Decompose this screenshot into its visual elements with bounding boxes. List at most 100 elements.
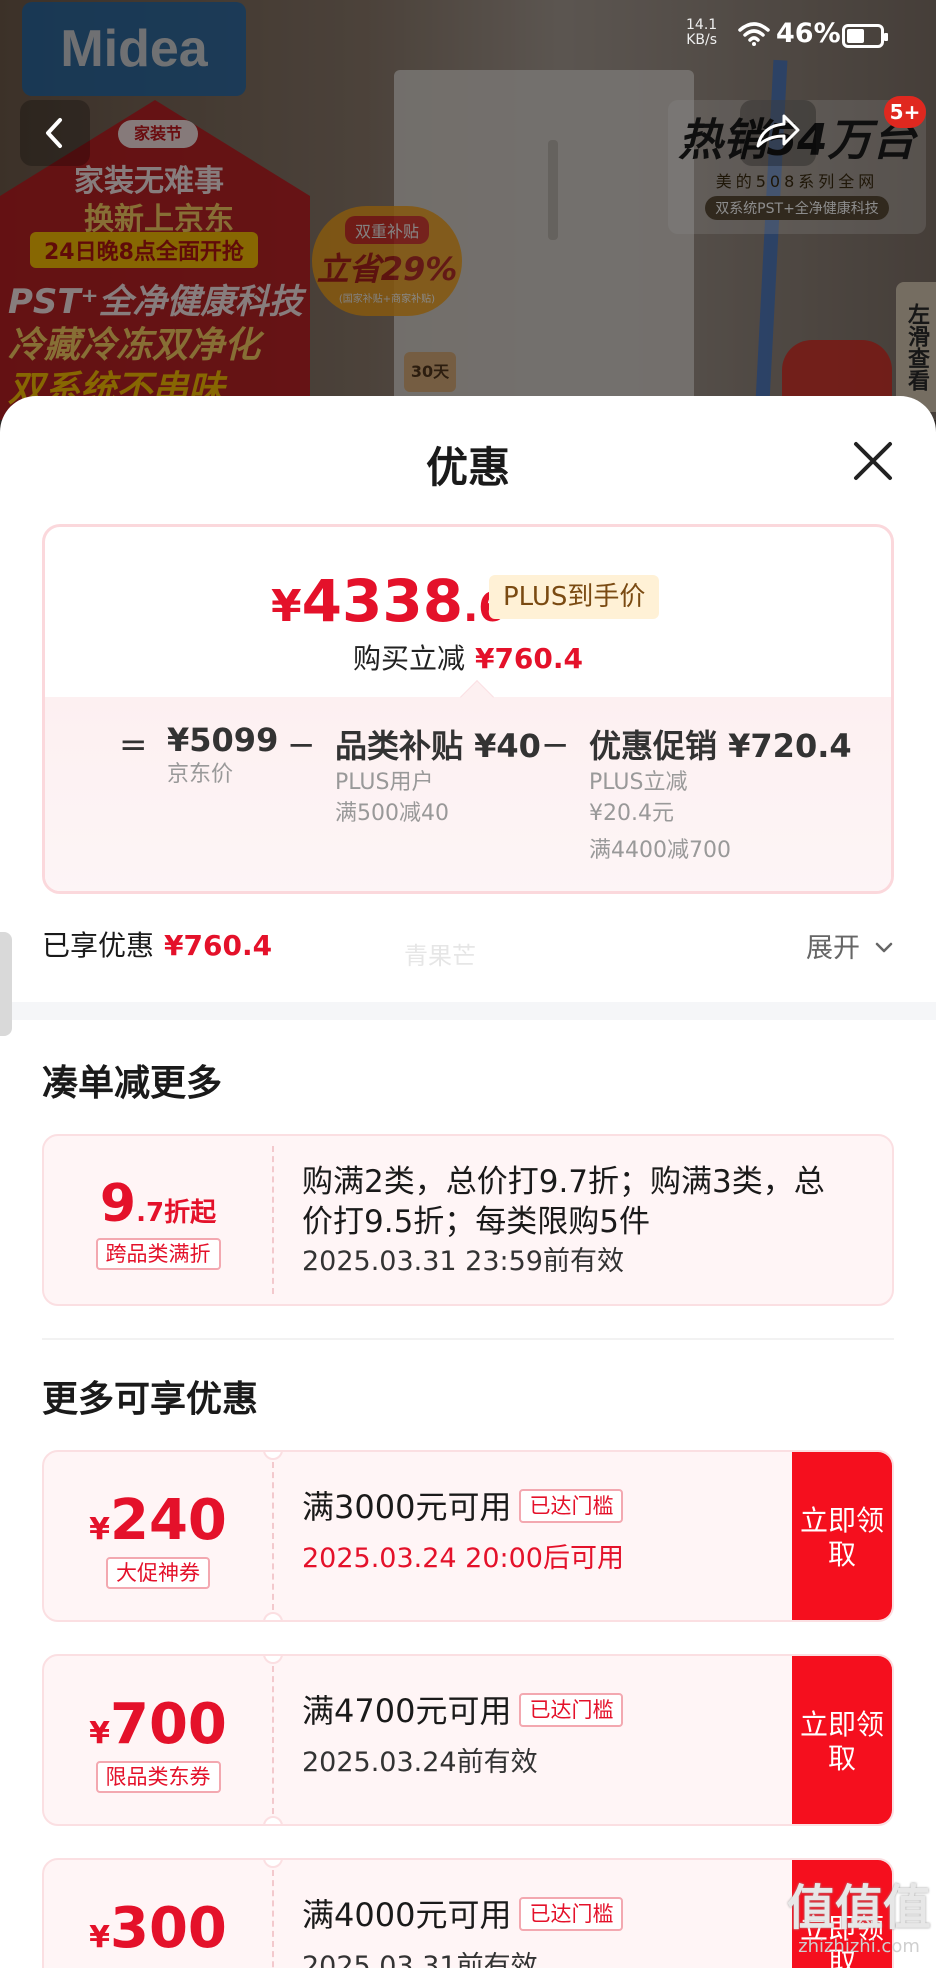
segment-promotion: 优惠促销 ¥720.4 PLUS立减 ¥20.4元 满4400减700 [589,721,852,866]
segment-note: PLUS用户 [335,770,434,795]
segment-note: 满4400减700 [589,838,731,863]
network-speed-unit: KB/s [686,32,717,48]
segment-value: ¥5099 [167,721,279,759]
equals-sign: = [119,725,148,765]
watermark-url: zhizhizhi.com [798,1936,920,1957]
coupon-left: ¥700 限品类东券 [44,1656,272,1824]
coupon-card: ¥240 大促神券 满3000元可用 已达门槛 2025.03.24 20:00后… [42,1450,894,1622]
coupon-validity: 2025.03.24 20:00后可用 [302,1543,624,1574]
plus-price-tag: PLUS到手价 [489,575,660,619]
combo-rate-small: .7折起 [136,1198,217,1228]
battery-level [847,29,864,43]
discount-sheet: 优惠 ¥4338.6 PLUS到手价 购买立减 ¥760.4 = ¥5099 京东… [0,396,936,1968]
price-integer: 4338 [301,567,464,635]
back-button[interactable] [20,100,90,166]
separator [42,1338,894,1340]
coupon-left: ¥240 大促神券 [44,1452,272,1620]
minus-sign: − [541,725,570,765]
edge-handle[interactable] [0,932,12,1036]
coupon-type-tag: 大促神券 [106,1557,210,1589]
price-formula: = ¥5099 京东价 − 品类补贴 ¥40 PLUS用户 满500减40 − … [45,697,891,891]
site-watermark: 值值值 zhizhizhi.com [786,1880,932,1968]
claim-button[interactable]: 立即领取 [792,1452,892,1620]
chevron-left-icon [46,118,62,148]
segment-value: 品类补贴 ¥40 [335,727,541,765]
combo-left: 9.7折起 跨品类满折 [44,1136,272,1304]
coupon-currency: ¥ [89,1920,110,1955]
combo-section-title: 凑单减更多 [42,1063,223,1104]
coupon-info: 满4700元可用 已达门槛 2025.03.24前有效 [302,1686,624,1779]
battery-percent: 46% [776,18,841,49]
price-breakdown-card: ¥4338.6 PLUS到手价 购买立减 ¥760.4 = ¥5099 京东价 −… [42,524,894,894]
coupon-condition-row: 满4700元可用 已达门槛 [302,1686,624,1732]
section-divider [0,1002,936,1020]
share-count-badge: 5+ [884,96,926,128]
combo-rate-big: 9 [99,1174,137,1234]
combo-description: 购满2类，总价打9.7折；购满3类，总价打9.5折；每类限购5件 2025.03… [302,1162,842,1282]
battery-icon [842,24,888,48]
coupon-value: 300 [109,1896,227,1961]
chevron-right-icon [890,1206,894,1236]
instant-discount-label: 购买立减 [352,642,465,675]
coupon-card: ¥700 限品类东券 满4700元可用 已达门槛 2025.03.24前有效 立即… [42,1654,894,1826]
segment-note: 京东价 [167,762,234,787]
coupon-notch [263,1816,283,1824]
coupon-divider [272,1870,274,1968]
watermark-logo: 值值值 [786,1880,931,1936]
coupon-condition-row: 满3000元可用 已达门槛 [302,1482,624,1528]
minus-sign: − [287,725,316,765]
claim-button[interactable]: 立即领取 [792,1656,892,1824]
coupon-divider [272,1666,274,1814]
coupon-info: 满3000元可用 已达门槛 2025.03.24 20:00后可用 [302,1482,624,1575]
threshold-reached-badge: 已达门槛 [519,1489,624,1523]
threshold-reached-badge: 已达门槛 [519,1693,624,1727]
coupon-condition-row: 满4000元可用 已达门槛 [302,1890,624,1936]
segment-jd-price: ¥5099 京东价 [167,721,278,790]
coupon-amount: ¥240 [44,1488,272,1553]
final-price: ¥4338.6 [271,567,506,635]
coupon-left: ¥300 [44,1860,272,1968]
instant-discount-amount: ¥760.4 [474,642,584,675]
status-bar: 14.1 KB/s 46% [0,0,936,70]
cross-category-discount-card[interactable]: 9.7折起 跨品类满折 购满2类，总价打9.7折；购满3类，总价打9.5折；每类… [42,1134,894,1306]
combo-rules: 购满2类，总价打9.7折；购满3类，总价打9.5折；每类限购5件 [302,1164,825,1240]
share-button[interactable] [740,100,816,166]
coupon-validity: 2025.03.31前有效 [302,1951,538,1968]
segment-value: 优惠促销 ¥720.4 [589,727,852,765]
expand-toggle[interactable]: 展开 [806,926,895,965]
expand-label: 展开 [806,933,860,964]
segment-category-subsidy: 品类补贴 ¥40 PLUS用户 满500减40 [335,721,541,829]
coupon-value: 240 [109,1488,227,1553]
price-summary: ¥4338.6 PLUS到手价 购买立减 ¥760.4 [45,527,891,697]
coupon-type-tag: 限品类东券 [95,1761,221,1793]
price-currency: ¥ [271,581,302,632]
network-speed: 14.1 KB/s [686,18,717,48]
threshold-reached-badge: 已达门槛 [519,1897,624,1931]
network-speed-value: 14.1 [686,17,718,33]
close-button[interactable] [848,436,898,486]
close-icon [854,442,892,480]
segment-note: ¥20.4元 [589,801,674,826]
more-section-title: 更多可享优惠 [42,1379,259,1420]
enjoyed-label: 已享优惠 [42,929,155,962]
combo-validity: 2025.03.31 23:59前有效 [302,1246,624,1277]
coupon-currency: ¥ [89,1716,110,1751]
coupon-value: 700 [109,1692,227,1757]
combo-discount-rate: 9.7折起 [44,1174,272,1234]
coupon-condition: 满4000元可用 [302,1896,512,1934]
combo-tag: 跨品类满折 [95,1238,221,1270]
enjoyed-discount: 已享优惠 ¥760.4 [42,924,272,964]
wifi-icon [738,22,770,46]
enjoyed-amount: ¥760.4 [164,929,273,962]
coupon-notch [263,1612,283,1620]
coupon-condition: 满3000元可用 [302,1488,512,1526]
share-icon [756,114,800,148]
coupon-amount: ¥300 [44,1896,272,1961]
coupon-divider [272,1146,274,1294]
coupon-currency: ¥ [89,1512,110,1547]
segment-note: PLUS立减 [589,770,688,795]
instant-discount: 购买立减 ¥760.4 [45,637,891,677]
coupon-validity: 2025.03.24前有效 [302,1747,538,1778]
coupon-amount: ¥700 [44,1692,272,1757]
faint-watermark: 青果芒 [404,942,476,970]
